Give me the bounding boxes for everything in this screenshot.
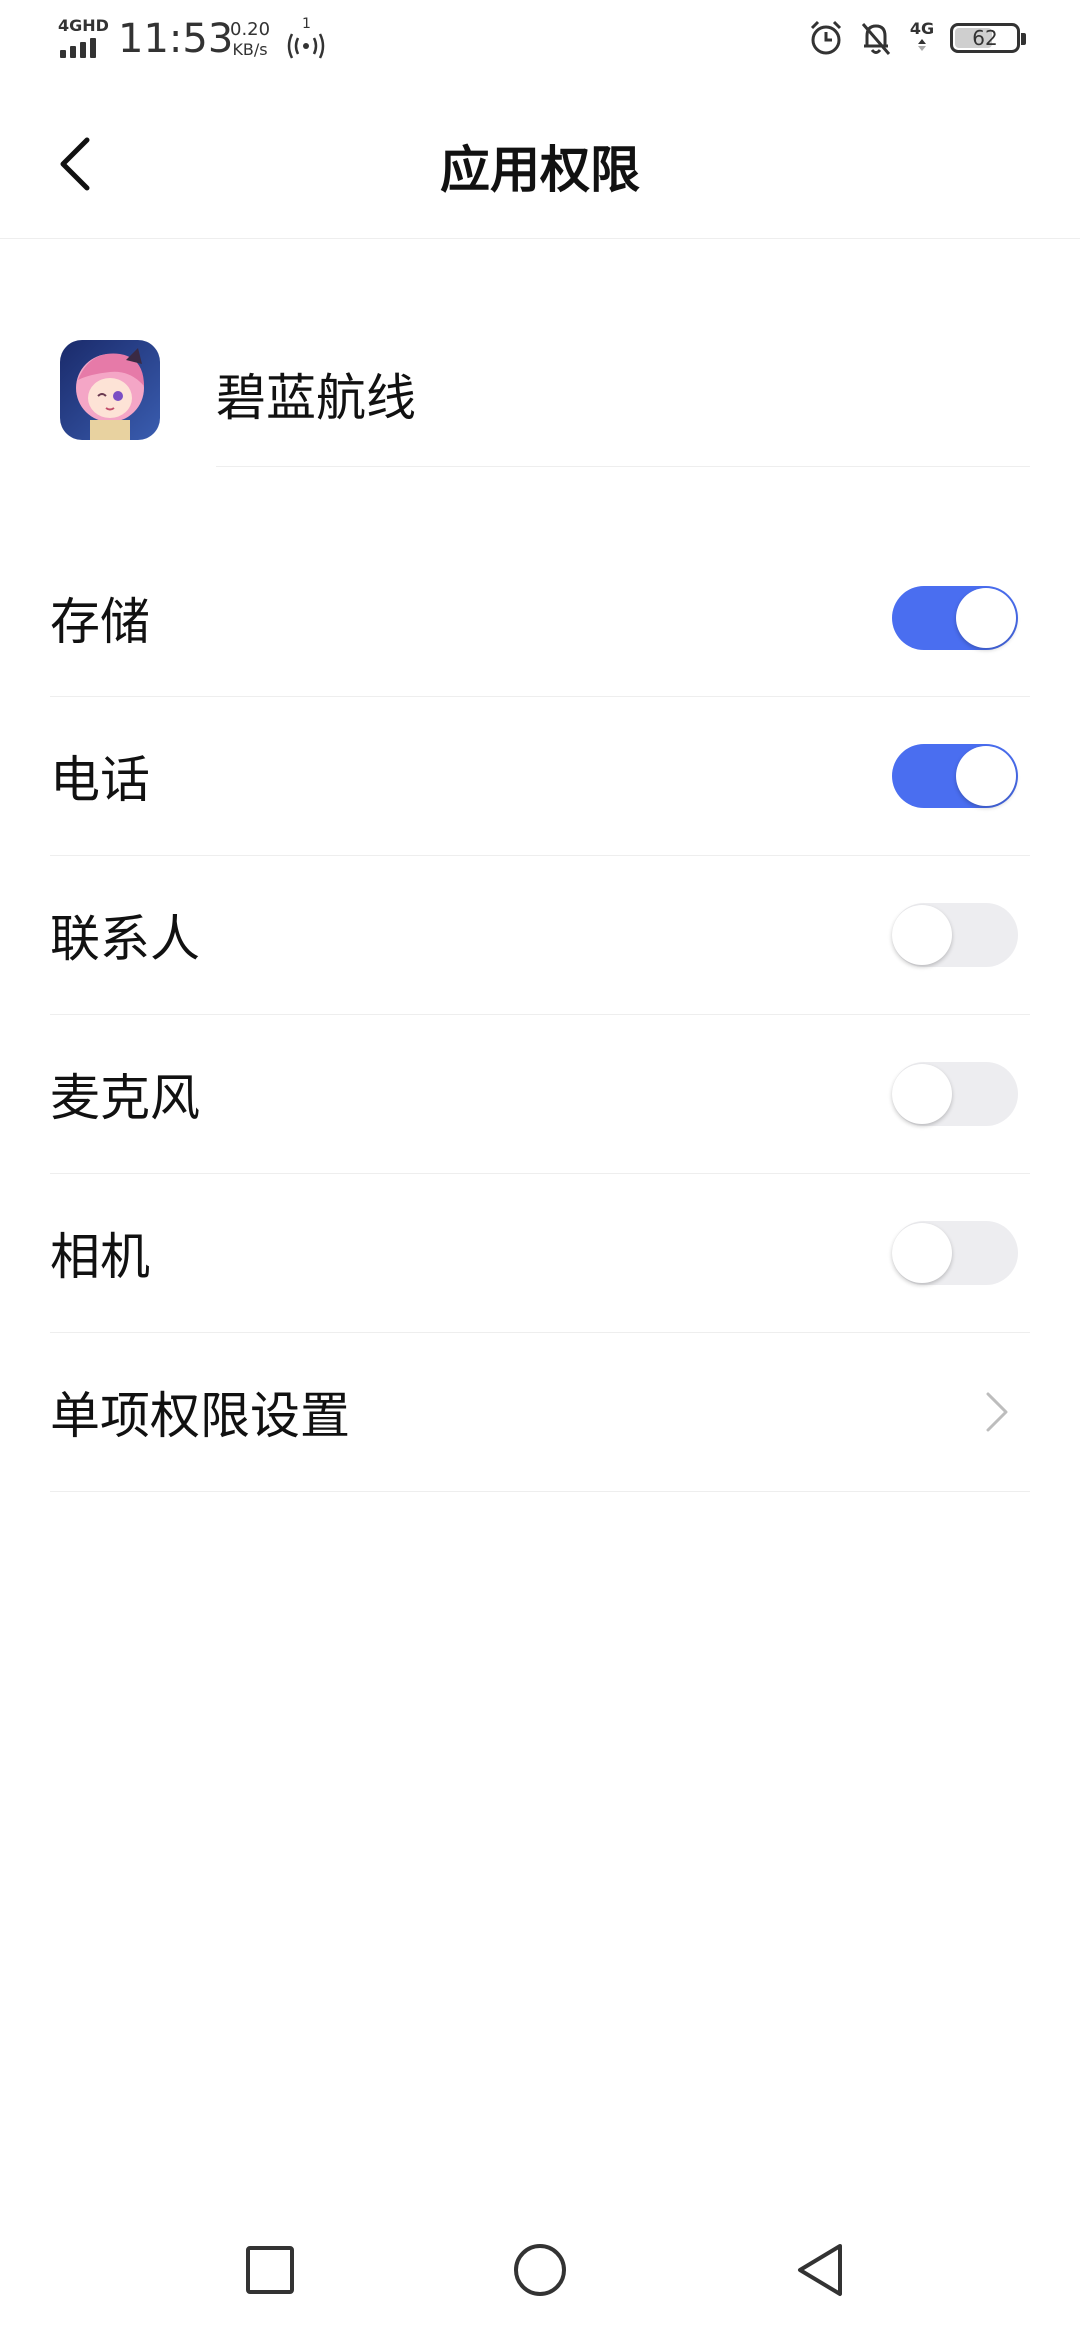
permission-row-phone[interactable]: 电话 xyxy=(50,697,1030,856)
header: 应用权限 xyxy=(0,86,1080,239)
hotspot-icon: 1 xyxy=(286,16,326,60)
network-speed: 0.20 KB/s xyxy=(230,20,270,60)
divider xyxy=(216,466,1030,467)
permission-label: 联系人 xyxy=(50,910,200,968)
square-icon xyxy=(246,2246,294,2294)
chevron-right-icon xyxy=(986,1392,1008,1432)
permission-row-contacts[interactable]: 联系人 xyxy=(50,856,1030,1015)
recent-apps-button[interactable] xyxy=(220,2220,320,2320)
network-label: 4GHD xyxy=(58,16,109,35)
network-type-icon: 4G xyxy=(908,18,936,56)
network-speed-unit: KB/s xyxy=(232,40,268,59)
status-bar: 4GHD 11:53 0.20 KB/s 1 4G 62 xyxy=(0,0,1080,86)
phone-toggle[interactable] xyxy=(892,744,1018,808)
camera-toggle[interactable] xyxy=(892,1221,1018,1285)
permission-label: 相机 xyxy=(50,1228,150,1286)
app-info: 碧蓝航线 xyxy=(0,330,1080,470)
status-time: 11:53 xyxy=(118,16,234,62)
permission-label: 麦克风 xyxy=(50,1069,200,1127)
permission-label: 电话 xyxy=(50,751,150,809)
microphone-toggle[interactable] xyxy=(892,1062,1018,1126)
contacts-toggle[interactable] xyxy=(892,903,1018,967)
bell-off-icon xyxy=(861,23,891,55)
network-speed-value: 0.20 xyxy=(230,19,271,40)
app-icon xyxy=(60,340,160,440)
permission-row-storage[interactable]: 存储 xyxy=(50,540,1030,697)
navigation-bar xyxy=(0,2200,1080,2340)
battery-icon: 62 xyxy=(950,23,1026,53)
hotspot-count: 1 xyxy=(302,16,311,32)
individual-settings-label: 单项权限设置 xyxy=(50,1387,350,1445)
circle-icon xyxy=(514,2244,566,2296)
permission-label: 存储 xyxy=(50,593,150,651)
home-button[interactable] xyxy=(490,2220,590,2320)
individual-permission-settings[interactable]: 单项权限设置 xyxy=(50,1333,1030,1492)
page-title: 应用权限 xyxy=(440,141,640,199)
app-name: 碧蓝航线 xyxy=(216,369,416,427)
back-nav-button[interactable] xyxy=(770,2220,870,2320)
signal-icon xyxy=(60,38,96,58)
alarm-icon xyxy=(810,20,842,55)
permission-row-microphone[interactable]: 麦克风 xyxy=(50,1015,1030,1174)
triangle-back-icon xyxy=(798,2244,842,2296)
storage-toggle[interactable] xyxy=(892,586,1018,650)
battery-level: 62 xyxy=(972,26,998,50)
network-type-label: 4G xyxy=(909,18,935,38)
permission-row-camera[interactable]: 相机 xyxy=(50,1174,1030,1333)
permission-list: 存储 电话 联系人 麦克风 相机 单项权限设置 xyxy=(0,540,1080,1492)
